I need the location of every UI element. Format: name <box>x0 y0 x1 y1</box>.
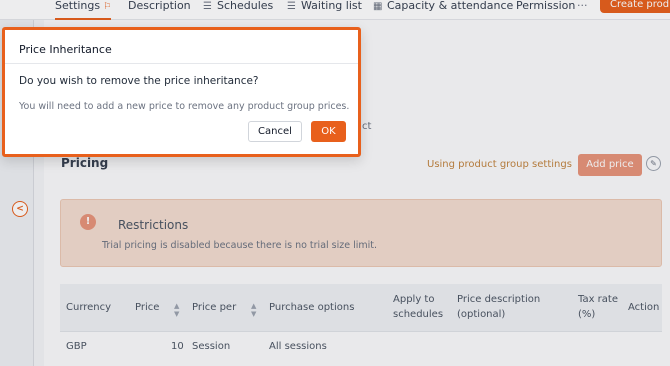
page: Settings ⚐ Description ☰ Schedules ☰ Waitin… <box>0 0 670 366</box>
dialog-divider <box>5 63 358 64</box>
price-inheritance-dialog: Price Inheritance Do you wish to remove … <box>2 27 361 157</box>
cancel-button[interactable]: Cancel <box>248 121 302 142</box>
dialog-note: You will need to add a new price to remo… <box>19 101 350 112</box>
dialog-question: Do you wish to remove the price inherita… <box>19 75 259 87</box>
dialog-title: Price Inheritance <box>19 43 112 56</box>
ok-button[interactable]: OK <box>311 121 346 142</box>
